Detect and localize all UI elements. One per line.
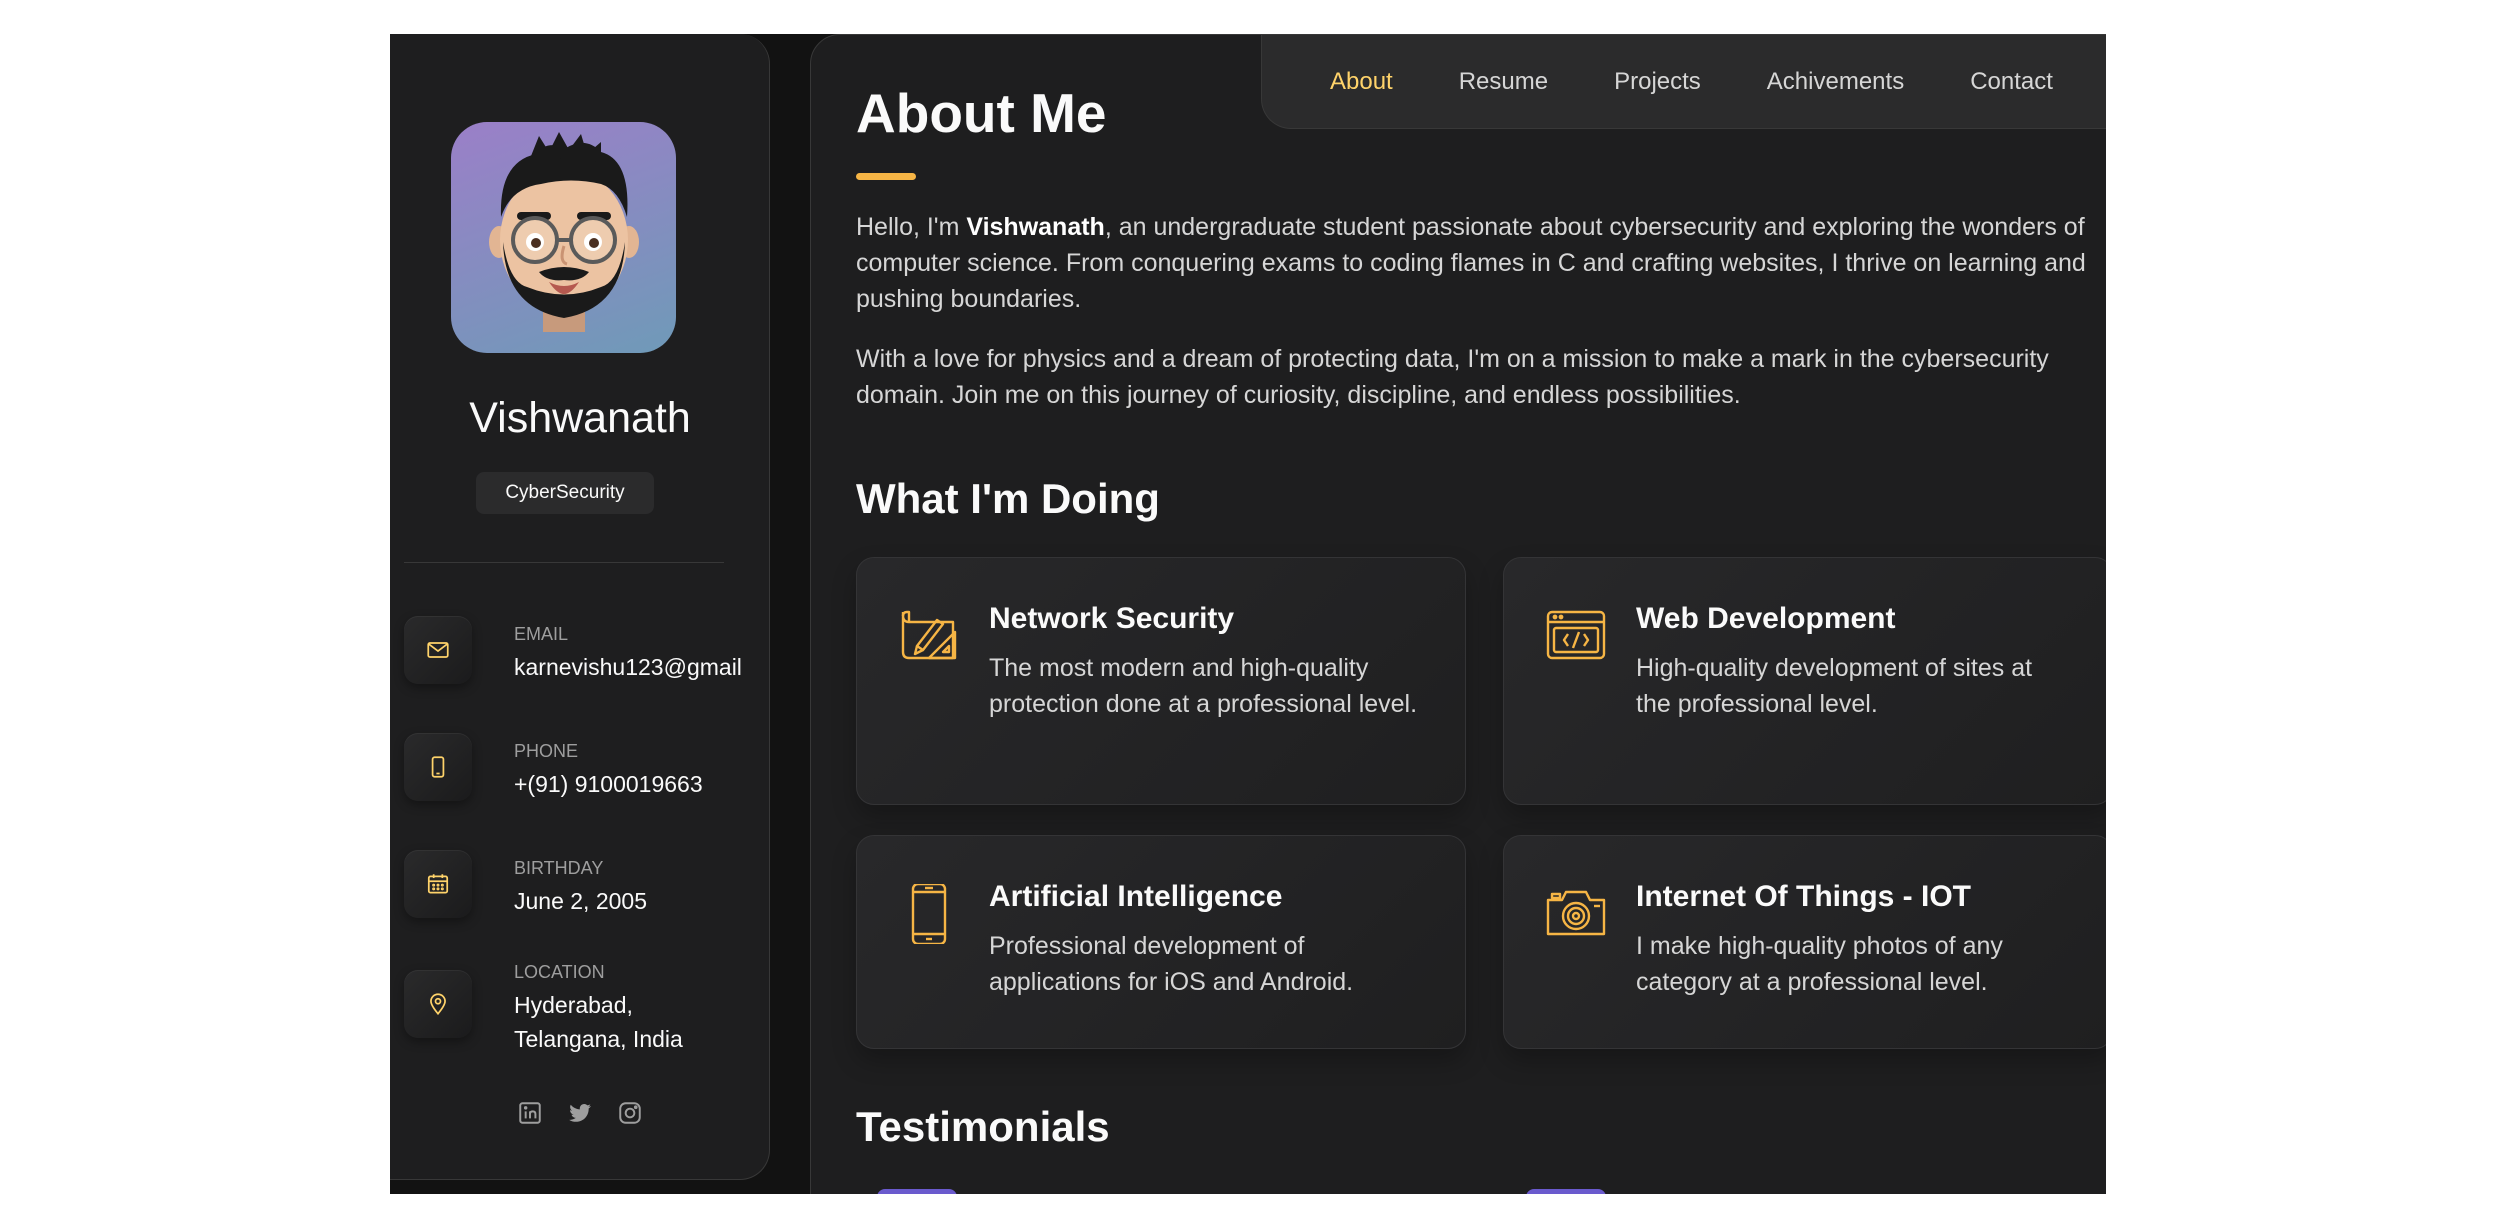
instagram-icon[interactable] xyxy=(615,1098,645,1128)
contact-title: Phone xyxy=(514,741,579,761)
about-name: Vishwanath xyxy=(966,213,1105,241)
service-title: Artificial Intelligence xyxy=(989,880,1283,913)
service-card: Web Development High-quality development… xyxy=(1503,557,2106,805)
about-paragraph-2: With a love for physics and a dream of p… xyxy=(856,345,2049,409)
service-card: Artificial Intelligence Professional dev… xyxy=(856,835,1466,1049)
testimonial-avatar xyxy=(877,1189,957,1194)
service-title: Internet Of Things - IOT xyxy=(1636,880,1971,913)
location-pin-icon xyxy=(404,970,472,1038)
service-card: Internet Of Things - IOT I make high-qua… xyxy=(1503,835,2106,1049)
testimonial-avatar xyxy=(1526,1189,1606,1194)
birthday-value: June 2, 2005 xyxy=(514,888,648,914)
mail-icon xyxy=(404,616,472,684)
camera-icon xyxy=(1546,884,1606,944)
service-title: Web Development xyxy=(1636,602,1896,635)
contact-email: Email karnevishu123@gmail xyxy=(404,616,764,688)
phone-icon xyxy=(404,733,472,801)
contact-location: Location Hyderabad, Telangana, India xyxy=(404,962,764,1072)
nav-achivements[interactable]: Achivements xyxy=(1767,68,1904,96)
navbar: About Resume Projects Achivements Contac… xyxy=(1261,35,2106,129)
nav-resume[interactable]: Resume xyxy=(1459,68,1548,96)
main-content: About Resume Projects Achivements Contac… xyxy=(810,34,2106,1194)
contact-birthday: Birthday June 2, 2005 xyxy=(404,850,764,922)
sidebar-divider xyxy=(404,562,724,563)
contact-title: Email xyxy=(514,624,569,644)
memoji-avatar-icon xyxy=(489,132,639,332)
location-value: Hyderabad, Telangana, India xyxy=(514,992,683,1052)
service-text: High-quality development of sites at the… xyxy=(1636,654,2033,718)
title-accent-bar xyxy=(856,173,916,180)
contact-title: Birthday xyxy=(514,858,604,878)
linkedin-icon[interactable] xyxy=(515,1098,545,1128)
page-title: About Me xyxy=(856,82,1107,144)
twitter-icon[interactable] xyxy=(565,1098,595,1128)
code-window-icon xyxy=(1546,606,1606,666)
service-card: Network Security The most modern and hig… xyxy=(856,557,1466,805)
profile-name: Vishwanath xyxy=(469,394,691,442)
about-text: Hello, I'm xyxy=(856,213,967,241)
contact-title: Location xyxy=(514,962,605,982)
service-text: The most modern and high-quality protect… xyxy=(989,654,1418,718)
nav-about[interactable]: About xyxy=(1330,68,1393,96)
social-links xyxy=(390,1098,770,1128)
service-title: Network Security xyxy=(989,602,1235,635)
service-text: Professional development of applications… xyxy=(989,932,1354,996)
role-badge: CyberSecurity xyxy=(476,472,654,514)
section-title-testimonials: Testimonials xyxy=(856,1103,1110,1150)
sidebar: Vishwanath CyberSecurity Email karnevish… xyxy=(390,34,770,1180)
design-tools-icon xyxy=(899,606,959,666)
email-link[interactable]: karnevishu123@gmail xyxy=(514,650,742,684)
phone-link[interactable]: +(91) 9100019663 xyxy=(514,767,703,801)
service-text: I make high-quality photos of any catego… xyxy=(1636,932,2003,996)
avatar xyxy=(451,122,676,353)
calendar-icon xyxy=(404,850,472,918)
nav-contact[interactable]: Contact xyxy=(1970,68,2053,96)
contact-phone: Phone +(91) 9100019663 xyxy=(404,733,764,805)
about-paragraph-1: Hello, I'm Vishwanath, an undergraduate … xyxy=(856,209,2106,317)
nav-projects[interactable]: Projects xyxy=(1614,68,1701,96)
section-title-services: What I'm Doing xyxy=(856,475,1160,522)
app-viewport: Vishwanath CyberSecurity Email karnevish… xyxy=(390,34,2106,1194)
smartphone-icon xyxy=(899,882,959,946)
